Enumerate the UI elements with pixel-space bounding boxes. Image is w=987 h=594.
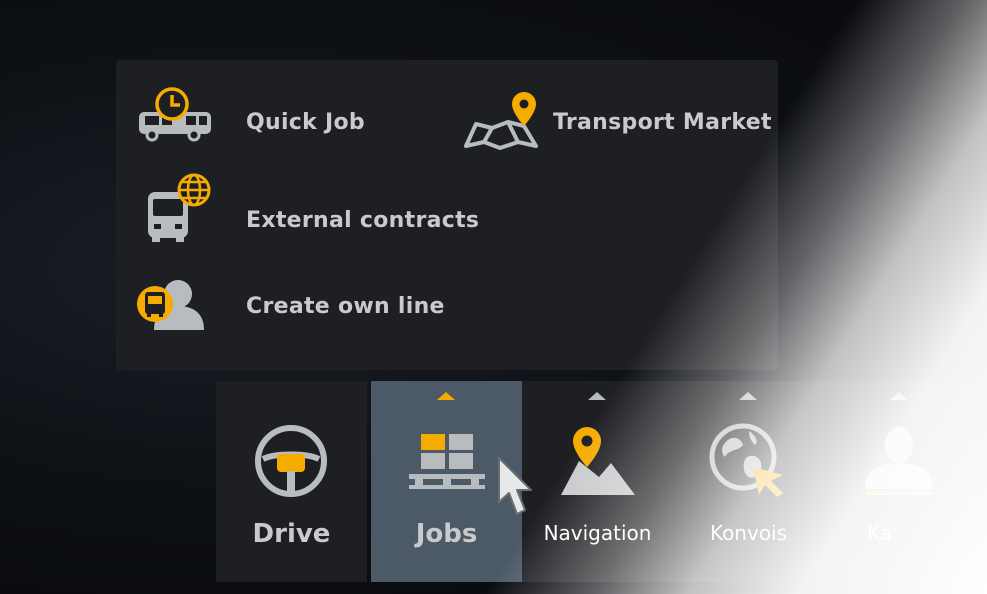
mouse-cursor-icon	[498, 457, 532, 515]
menu-item-external-contracts[interactable]: External contracts	[144, 172, 484, 244]
caret-up-icon	[739, 392, 757, 400]
bus-globe-icon	[148, 173, 211, 242]
tab-profile[interactable]: Ka	[824, 381, 975, 582]
jobs-submenu: Quick Job Transport Market External cont…	[116, 60, 778, 370]
menu-label-external-contracts: External contracts	[246, 208, 480, 233]
tab-label-drive: Drive	[252, 519, 331, 549]
caret-up-icon	[437, 392, 455, 400]
map-pin-icon	[464, 92, 538, 150]
menu-item-quick-job[interactable]: Quick Job	[136, 86, 436, 146]
tab-drive[interactable]: Drive	[216, 381, 367, 582]
bus-person-icon	[137, 280, 204, 330]
steering-wheel-icon	[255, 425, 327, 497]
menu-label-quick-job: Quick Job	[246, 110, 365, 135]
caret-up-icon	[890, 392, 908, 400]
pallet-boxes-icon	[409, 434, 485, 489]
tab-label-jobs: Jobs	[415, 519, 478, 549]
tab-label-konvois: Konvois	[709, 521, 788, 545]
menu-label-transport-market: Transport Market	[553, 110, 772, 135]
map-pin-icon	[561, 427, 635, 495]
menu-item-transport-market[interactable]: Transport Market	[462, 86, 772, 156]
person-icon	[865, 427, 933, 495]
menu-item-create-own-line[interactable]: Create own line	[136, 278, 476, 334]
globe-cursor-icon	[709, 423, 783, 497]
tab-label-profile: Ka	[866, 521, 892, 545]
caret-up-icon	[588, 392, 606, 400]
menu-label-create-own-line: Create own line	[246, 294, 445, 319]
tab-label-navigation: Navigation	[543, 521, 652, 545]
bus-clock-icon	[139, 87, 211, 142]
tab-navigation[interactable]: Navigation	[522, 381, 673, 582]
tab-konvois[interactable]: Konvois	[673, 381, 824, 582]
